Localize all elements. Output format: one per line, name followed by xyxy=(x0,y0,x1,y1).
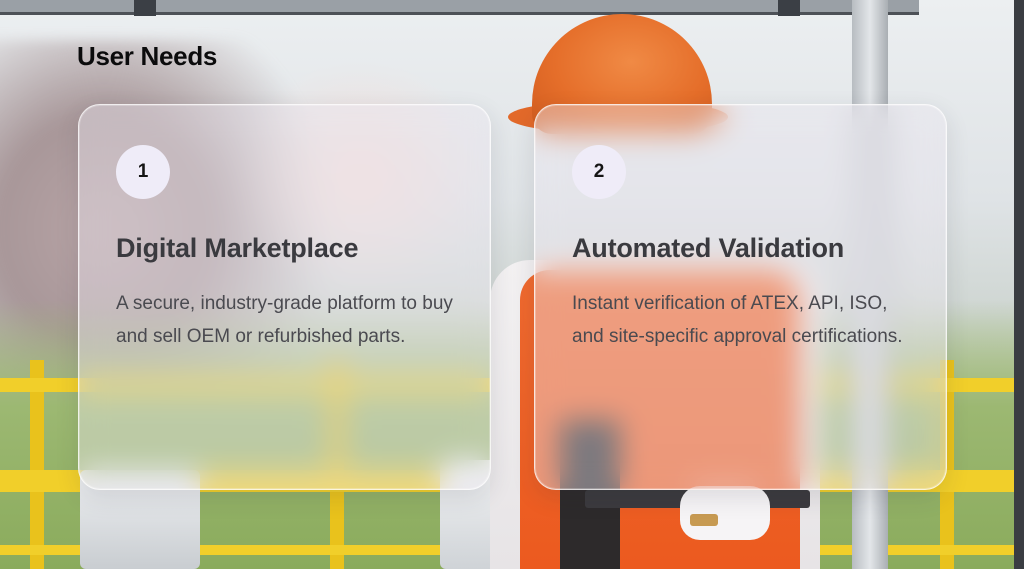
card-number-badge: 2 xyxy=(572,145,626,199)
slide-title: User Needs xyxy=(77,41,218,71)
worker-hand xyxy=(680,486,770,540)
card-description: A secure, industry-grade platform to buy… xyxy=(116,293,453,347)
need-card-automated-validation: 2 Automated Validation Instant verificat… xyxy=(534,104,947,490)
background-frame-bolt xyxy=(134,0,156,16)
worker-watch xyxy=(690,514,718,526)
card-title: Digital Marketplace xyxy=(116,233,359,263)
background-frame-bolt xyxy=(778,0,800,16)
need-card-digital-marketplace: 1 Digital Marketplace A secure, industry… xyxy=(78,104,491,490)
background-pole-edge xyxy=(1014,0,1024,569)
card-description: Instant verification of ATEX, API, ISO, … xyxy=(572,293,903,347)
card-number-badge: 1 xyxy=(116,145,170,199)
card-title: Automated Validation xyxy=(572,233,845,263)
